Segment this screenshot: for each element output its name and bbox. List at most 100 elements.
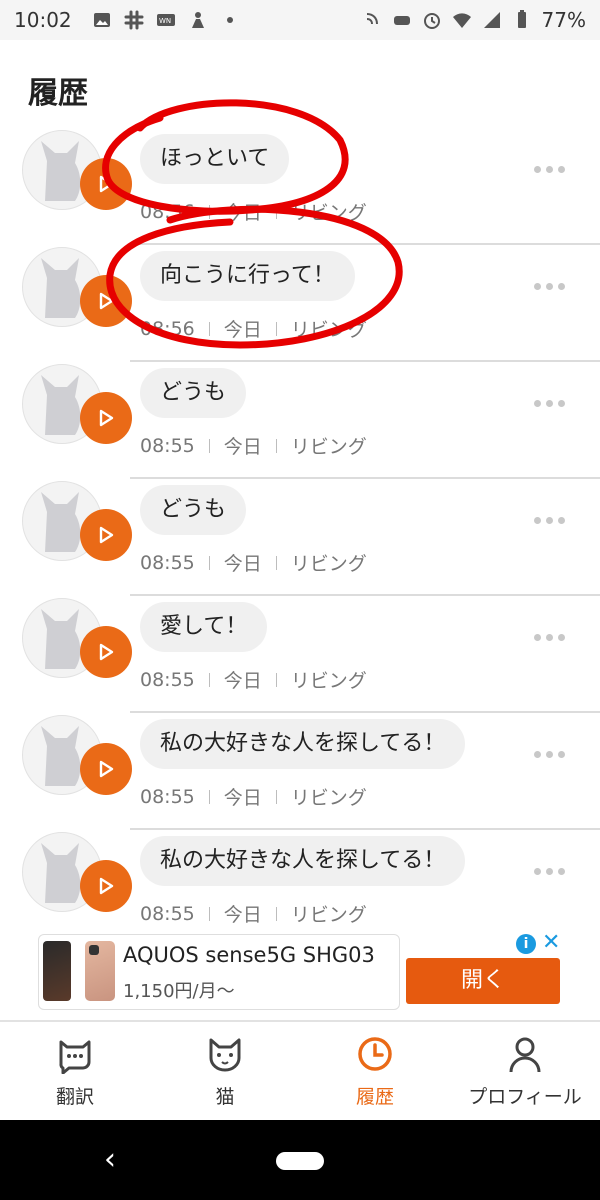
- play-button[interactable]: [80, 626, 132, 678]
- ad-phone-image: [85, 941, 115, 1001]
- nav-label: 翻訳: [55, 1086, 94, 1108]
- more-options-icon[interactable]: [534, 868, 565, 875]
- nav-profile[interactable]: プロフィール: [450, 1022, 600, 1122]
- separator: [208, 321, 210, 336]
- ad-info-icon[interactable]: i: [516, 934, 536, 954]
- message-day: 今日: [223, 553, 262, 575]
- history-row[interactable]: 私の大好きな人を探してる！ 08:55 今日 リビング: [0, 832, 600, 930]
- message-time: 08:55: [140, 902, 195, 925]
- page-title: 履歴: [28, 76, 88, 111]
- history-row[interactable]: どうも 08:55 今日 リビング: [0, 364, 600, 481]
- message-bubble: どうも: [140, 368, 247, 418]
- play-icon: [99, 292, 114, 310]
- history-row[interactable]: 愛して！ 08:55 今日 リビング: [0, 598, 600, 715]
- home-pill[interactable]: [276, 1152, 324, 1170]
- play-button[interactable]: [80, 509, 132, 561]
- message-bubble: 私の大好きな人を探してる！: [140, 719, 466, 769]
- message-time: 08:55: [140, 434, 195, 457]
- alarm-icon: [422, 10, 442, 30]
- system-nav-bar: ‹: [0, 1120, 600, 1200]
- separator: [275, 906, 277, 921]
- more-options-icon[interactable]: [534, 166, 565, 173]
- history-row[interactable]: 向こうに行って！ 08:56 今日 リビング: [0, 247, 600, 364]
- play-button[interactable]: [80, 275, 132, 327]
- message-room: リビング: [290, 670, 367, 692]
- status-right-icons: 77%: [362, 8, 586, 32]
- history-row[interactable]: ほっといて 08:56 今日 リビング: [0, 130, 600, 247]
- status-bar: 10:02 WN 77%: [0, 0, 600, 40]
- person-icon: [509, 1037, 541, 1073]
- separator: [208, 204, 210, 219]
- history-row[interactable]: 私の大好きな人を探してる！ 08:55 今日 リビング: [0, 715, 600, 832]
- clock-icon: [358, 1037, 392, 1071]
- nav-label: プロフィール: [468, 1086, 582, 1108]
- message-meta: 08:55 今日 リビング: [140, 783, 367, 810]
- nfc-icon: [362, 10, 382, 30]
- message-day: 今日: [223, 904, 262, 926]
- row-divider: [130, 711, 600, 713]
- slack-icon: [124, 10, 144, 30]
- ad-banner[interactable]: AQUOS sense5G SHG03 1,150円/月〜: [38, 934, 400, 1010]
- row-divider: [130, 360, 600, 362]
- row-divider: [130, 477, 600, 479]
- message-day: 今日: [223, 202, 262, 224]
- play-icon: [99, 760, 114, 778]
- message-bubble: どうも: [140, 485, 247, 535]
- message-meta: 08:56 今日 リビング: [140, 315, 367, 342]
- message-meta: 08:55 今日 リビング: [140, 666, 367, 693]
- ad-phone-image: [43, 941, 71, 1001]
- nav-cat[interactable]: 猫: [150, 1022, 300, 1122]
- message-bubble: ほっといて: [140, 134, 290, 184]
- message-day: 今日: [223, 436, 262, 458]
- message-day: 今日: [223, 787, 262, 809]
- separator: [275, 204, 277, 219]
- message-room: リビング: [290, 319, 367, 341]
- play-button[interactable]: [80, 158, 132, 210]
- more-options-icon[interactable]: [534, 517, 565, 524]
- ad-open-button[interactable]: 開く: [406, 958, 560, 1004]
- ad-close-icon[interactable]: ✕: [542, 930, 560, 955]
- nav-history[interactable]: 履歴: [300, 1022, 450, 1122]
- dot-icon: [220, 10, 240, 30]
- nav-translate[interactable]: 翻訳: [0, 1022, 150, 1122]
- separator: [208, 672, 210, 687]
- separator: [208, 438, 210, 453]
- play-icon: [99, 526, 114, 544]
- play-button[interactable]: [80, 392, 132, 444]
- ad-title: AQUOS sense5G SHG03: [123, 943, 375, 967]
- message-meta: 08:55 今日 リビング: [140, 900, 367, 927]
- separator: [275, 789, 277, 804]
- more-options-icon[interactable]: [534, 400, 565, 407]
- image-icon: [92, 10, 112, 30]
- signal-icon: [482, 10, 502, 30]
- game-icon: [392, 10, 412, 30]
- play-button[interactable]: [80, 860, 132, 912]
- more-options-icon[interactable]: [534, 634, 565, 641]
- svg-text:WN: WN: [159, 17, 171, 25]
- more-options-icon[interactable]: [534, 751, 565, 758]
- history-list[interactable]: ほっといて 08:56 今日 リビング 向こうに行って！ 08:56 今日 リビ…: [0, 110, 600, 930]
- message-room: リビング: [290, 553, 367, 575]
- play-icon: [99, 643, 114, 661]
- message-room: リビング: [290, 202, 367, 224]
- message-time: 08:56: [140, 317, 195, 340]
- separator: [275, 438, 277, 453]
- message-meta: 08:55 今日 リビング: [140, 432, 367, 459]
- gesture-icon: [188, 10, 208, 30]
- separator: [208, 906, 210, 921]
- row-divider: [130, 594, 600, 596]
- play-icon: [99, 409, 114, 427]
- play-button[interactable]: [80, 743, 132, 795]
- row-divider: [130, 243, 600, 245]
- wifi-icon: [452, 10, 472, 30]
- separator: [208, 555, 210, 570]
- message-room: リビング: [290, 904, 367, 926]
- separator: [275, 555, 277, 570]
- message-time: 08:55: [140, 785, 195, 808]
- nav-label: 履歴: [355, 1086, 394, 1108]
- separator: [275, 672, 277, 687]
- history-row[interactable]: どうも 08:55 今日 リビング: [0, 481, 600, 598]
- message-bubble: 愛して！: [140, 602, 268, 652]
- back-icon[interactable]: ‹: [104, 1142, 116, 1177]
- more-options-icon[interactable]: [534, 283, 565, 290]
